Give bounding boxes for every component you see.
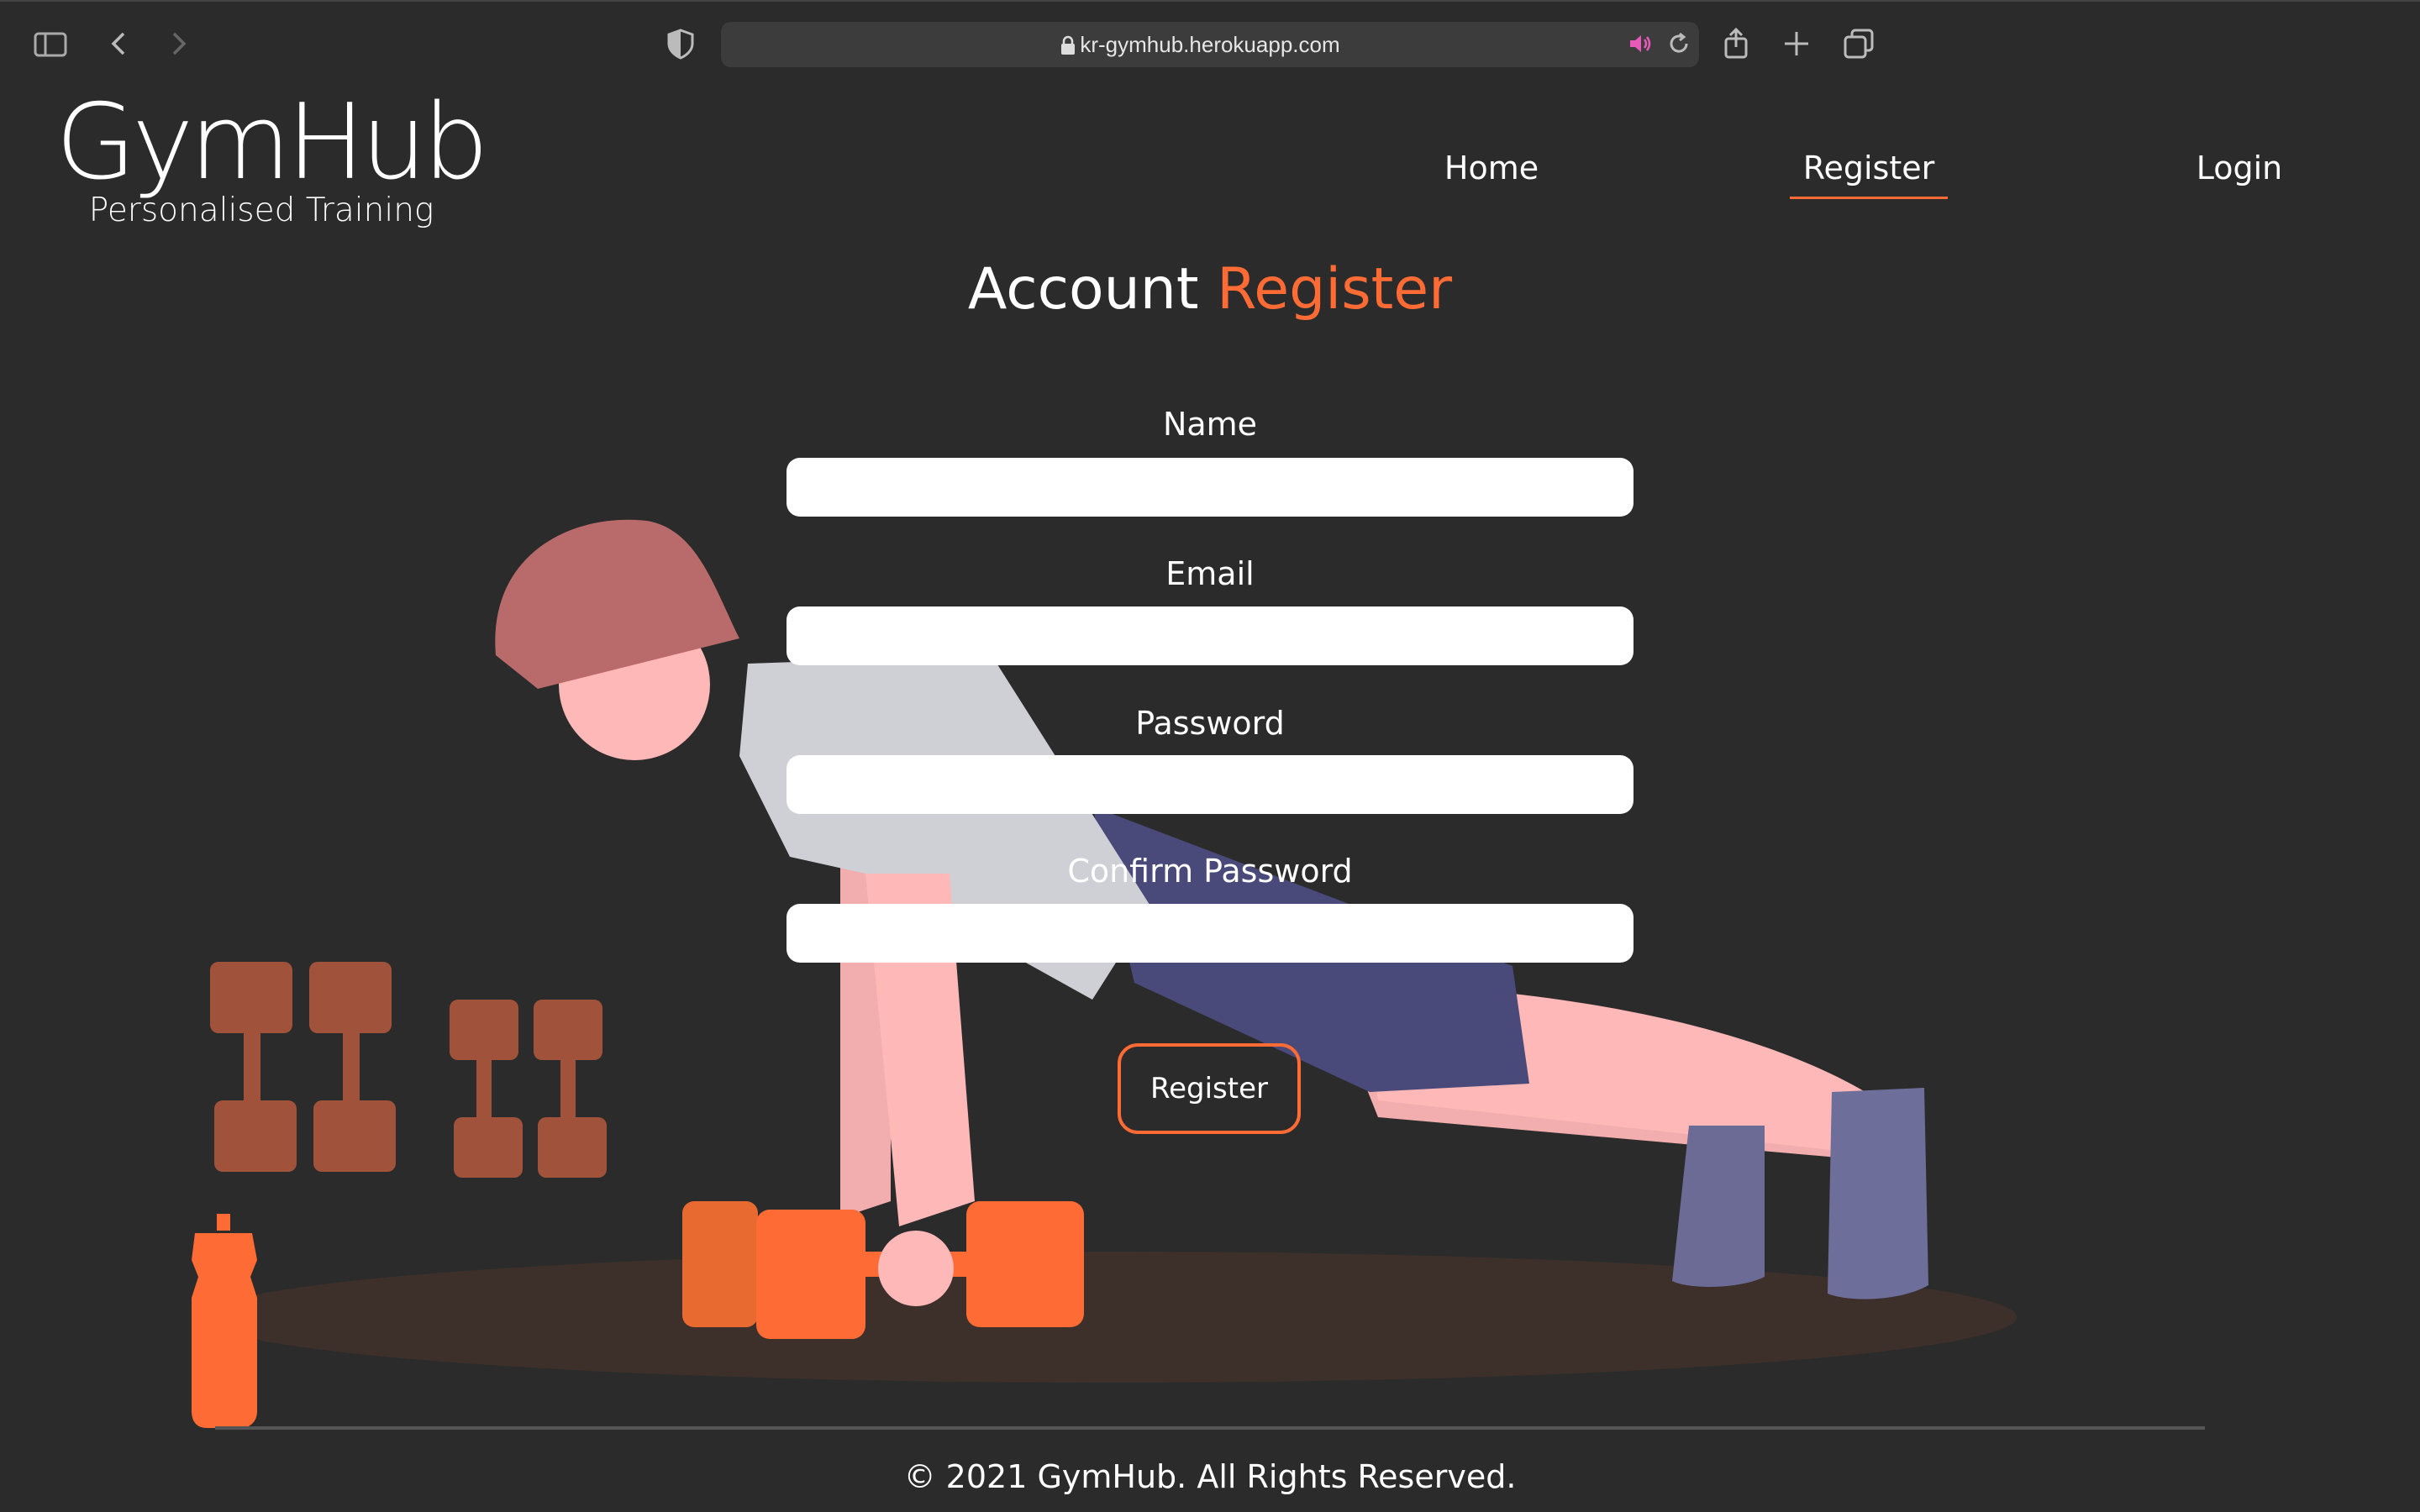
confirm-password-input[interactable]: [786, 904, 1634, 963]
footer-copyright: © 2021 GymHub. All Rights Reserved.: [903, 1458, 1517, 1495]
confirm-password-label: Confirm Password: [1067, 853, 1353, 890]
page-title-accent: Register: [1217, 256, 1453, 323]
dumbbells-brown: [210, 962, 607, 1178]
name-label: Name: [1162, 406, 1258, 443]
nav-home-link[interactable]: Home: [1412, 144, 1571, 192]
name-input[interactable]: [786, 458, 1634, 517]
logo-subtitle: Personalised Training: [88, 192, 434, 229]
password-input[interactable]: [786, 755, 1634, 814]
logo-title: GymHub: [55, 82, 489, 203]
register-button[interactable]: Register: [1118, 1043, 1301, 1134]
water-bottle: [192, 1214, 257, 1428]
nav-login-link[interactable]: Login: [2160, 144, 2319, 192]
email-label: Email: [1165, 555, 1255, 592]
page-title: Account Register: [0, 252, 2420, 328]
nav-register-link[interactable]: Register: [1790, 144, 1948, 199]
footer-divider: [215, 1426, 2205, 1430]
email-input[interactable]: [786, 606, 1634, 665]
page-title-prefix: Account: [967, 256, 1199, 323]
logo[interactable]: GymHub Personalised Training: [55, 82, 489, 244]
password-label: Password: [1135, 705, 1285, 742]
